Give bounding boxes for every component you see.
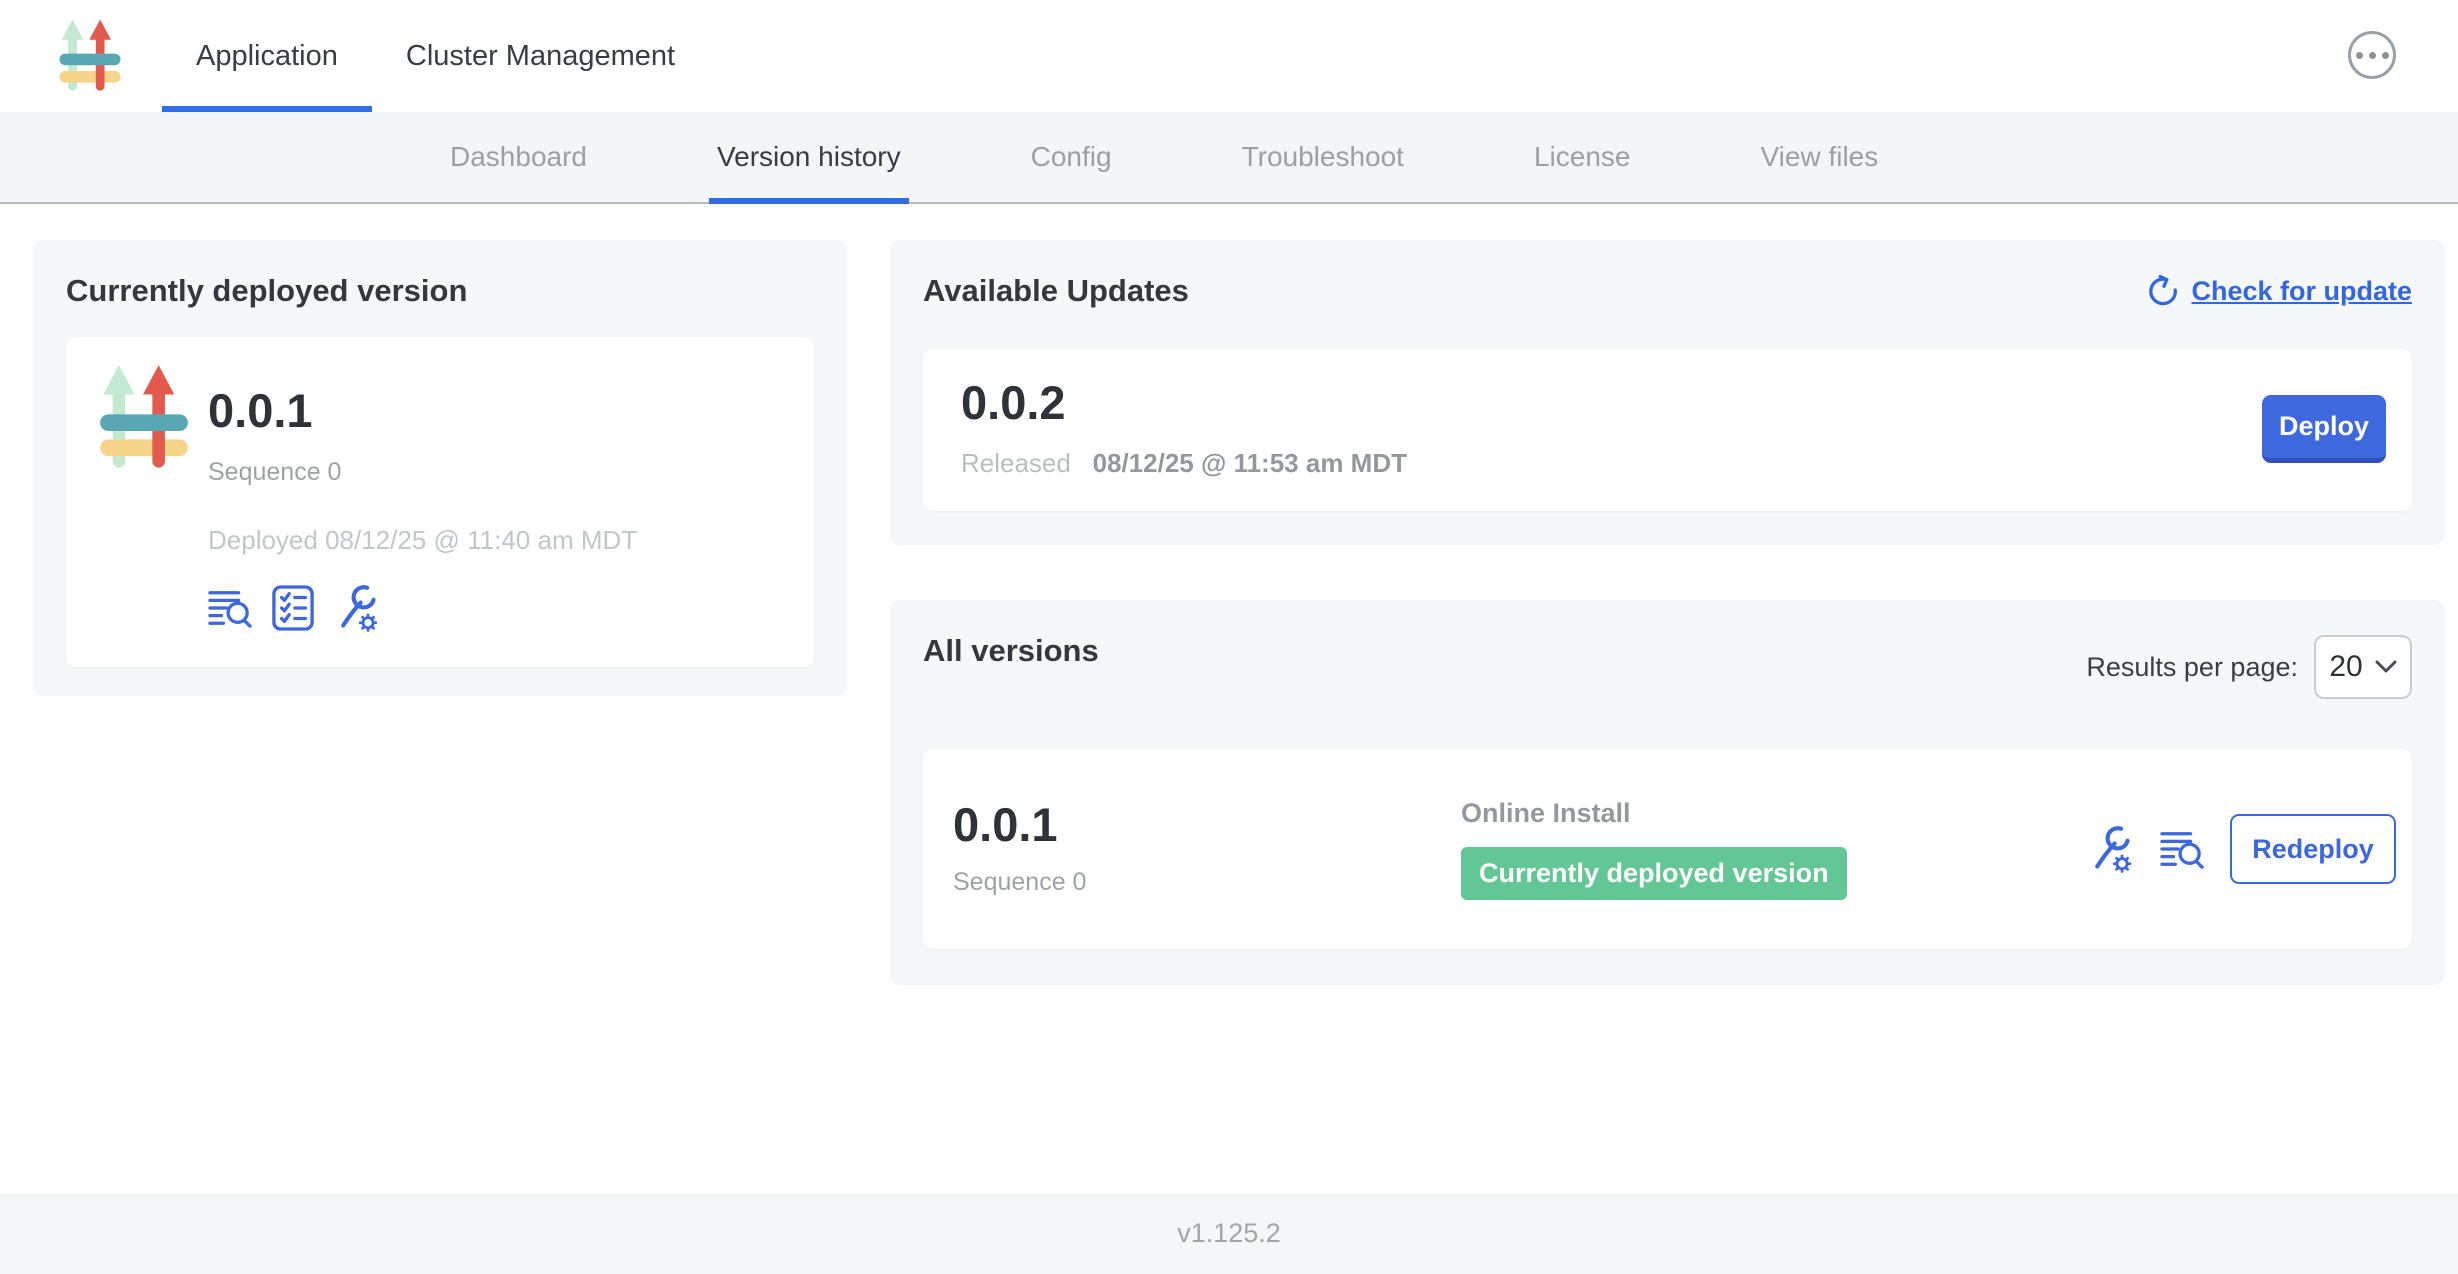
row-version-number: 0.0.1 [953,801,1461,848]
tab-dashboard[interactable]: Dashboard [450,112,587,202]
deploy-button[interactable]: Deploy [2262,395,2386,463]
release-notes-diff-icon[interactable] [208,588,252,628]
results-per-page-select[interactable]: 20 [2314,635,2412,699]
deployed-version-details: 0.0.1 Sequence 0 Deployed 08/12/25 @ 11:… [208,387,637,632]
check-for-update-label: Check for update [2191,276,2412,307]
refresh-icon [2147,275,2179,307]
redeploy-button[interactable]: Redeploy [2230,814,2396,884]
tab-dashboard-label: Dashboard [450,141,587,173]
ellipsis-icon [2356,52,2363,59]
available-updates-card: Available Updates Check for update 0.0.2… [890,240,2445,545]
tab-config[interactable]: Config [1031,112,1112,202]
tab-cluster-management-label: Cluster Management [406,40,675,73]
tab-view-files-label: View files [1760,141,1878,173]
currently-deployed-title: Currently deployed version [66,273,814,309]
all-versions-title: All versions [923,633,1099,669]
all-versions-card: All versions Results per page: 20 0.0.1 … [890,600,2445,985]
config-wrench-icon[interactable] [2088,825,2134,873]
available-updates-header: Available Updates Check for update [923,273,2412,309]
tab-license-label: License [1534,141,1631,173]
version-row-version-col: 0.0.1 Sequence 0 [953,801,1461,897]
released-spacer [1078,448,1085,478]
header-tabs: Application Cluster Management [162,0,709,112]
check-for-update-link[interactable]: Check for update [2147,275,2412,307]
version-row: 0.0.1 Sequence 0 Online Install Currentl… [923,749,2412,949]
install-type-label: Online Install [1461,798,1847,829]
deployed-timestamp: Deployed 08/12/25 @ 11:40 am MDT [208,525,637,556]
top-header: Application Cluster Management [0,0,2458,112]
tab-version-history-label: Version history [717,141,901,173]
chevron-down-icon [2375,660,2397,674]
available-update-row: 0.0.2 Released 08/12/25 @ 11:53 am MDT D… [923,349,2412,511]
tab-troubleshoot-label: Troubleshoot [1242,141,1404,173]
tab-version-history[interactable]: Version history [717,112,901,202]
deployed-sequence: Sequence 0 [208,458,637,487]
results-per-page-label: Results per page: [2086,652,2298,683]
update-version-number: 0.0.2 [961,379,2412,426]
row-sequence: Sequence 0 [953,868,1461,897]
update-released-line: Released 08/12/25 @ 11:53 am MDT [961,448,2412,479]
tab-cluster-management[interactable]: Cluster Management [372,0,709,112]
tab-config-label: Config [1031,141,1112,173]
ellipsis-icon [2369,52,2376,59]
tab-application[interactable]: Application [162,0,372,112]
version-row-source-col: Online Install Currently deployed versio… [1461,798,1847,900]
results-per-page-value: 20 [2329,650,2362,684]
console-version: v1.125.2 [1177,1218,1281,1249]
tab-view-files[interactable]: View files [1760,112,1878,202]
ellipsis-icon [2382,52,2389,59]
tab-troubleshoot[interactable]: Troubleshoot [1242,112,1404,202]
more-options-button[interactable] [2348,31,2396,79]
currently-deployed-card: Currently deployed version 0.0.1 Sequenc… [33,240,847,696]
tab-application-label: Application [196,40,338,73]
tab-license[interactable]: License [1534,112,1631,202]
released-timestamp: 08/12/25 @ 11:53 am MDT [1093,448,1407,478]
results-per-page: Results per page: 20 [2086,635,2412,699]
deployed-action-icons [208,584,637,632]
app-logo-icon [58,18,122,100]
app-subnav: Dashboard Version history Config Trouble… [0,112,2458,204]
app-logo-icon [98,363,190,479]
app-footer: v1.125.2 [0,1193,2458,1274]
version-row-actions: Redeploy [2088,814,2396,884]
all-versions-header: All versions Results per page: 20 [923,633,2412,699]
release-notes-diff-icon[interactable] [2160,829,2204,869]
deployed-version-number: 0.0.1 [208,387,637,434]
released-label: Released [961,448,1071,478]
preflight-checklist-icon[interactable] [272,585,314,631]
deployed-version-panel: 0.0.1 Sequence 0 Deployed 08/12/25 @ 11:… [66,337,814,667]
config-wrench-icon[interactable] [334,584,380,632]
currently-deployed-badge: Currently deployed version [1461,847,1847,900]
available-updates-title: Available Updates [923,273,1189,309]
